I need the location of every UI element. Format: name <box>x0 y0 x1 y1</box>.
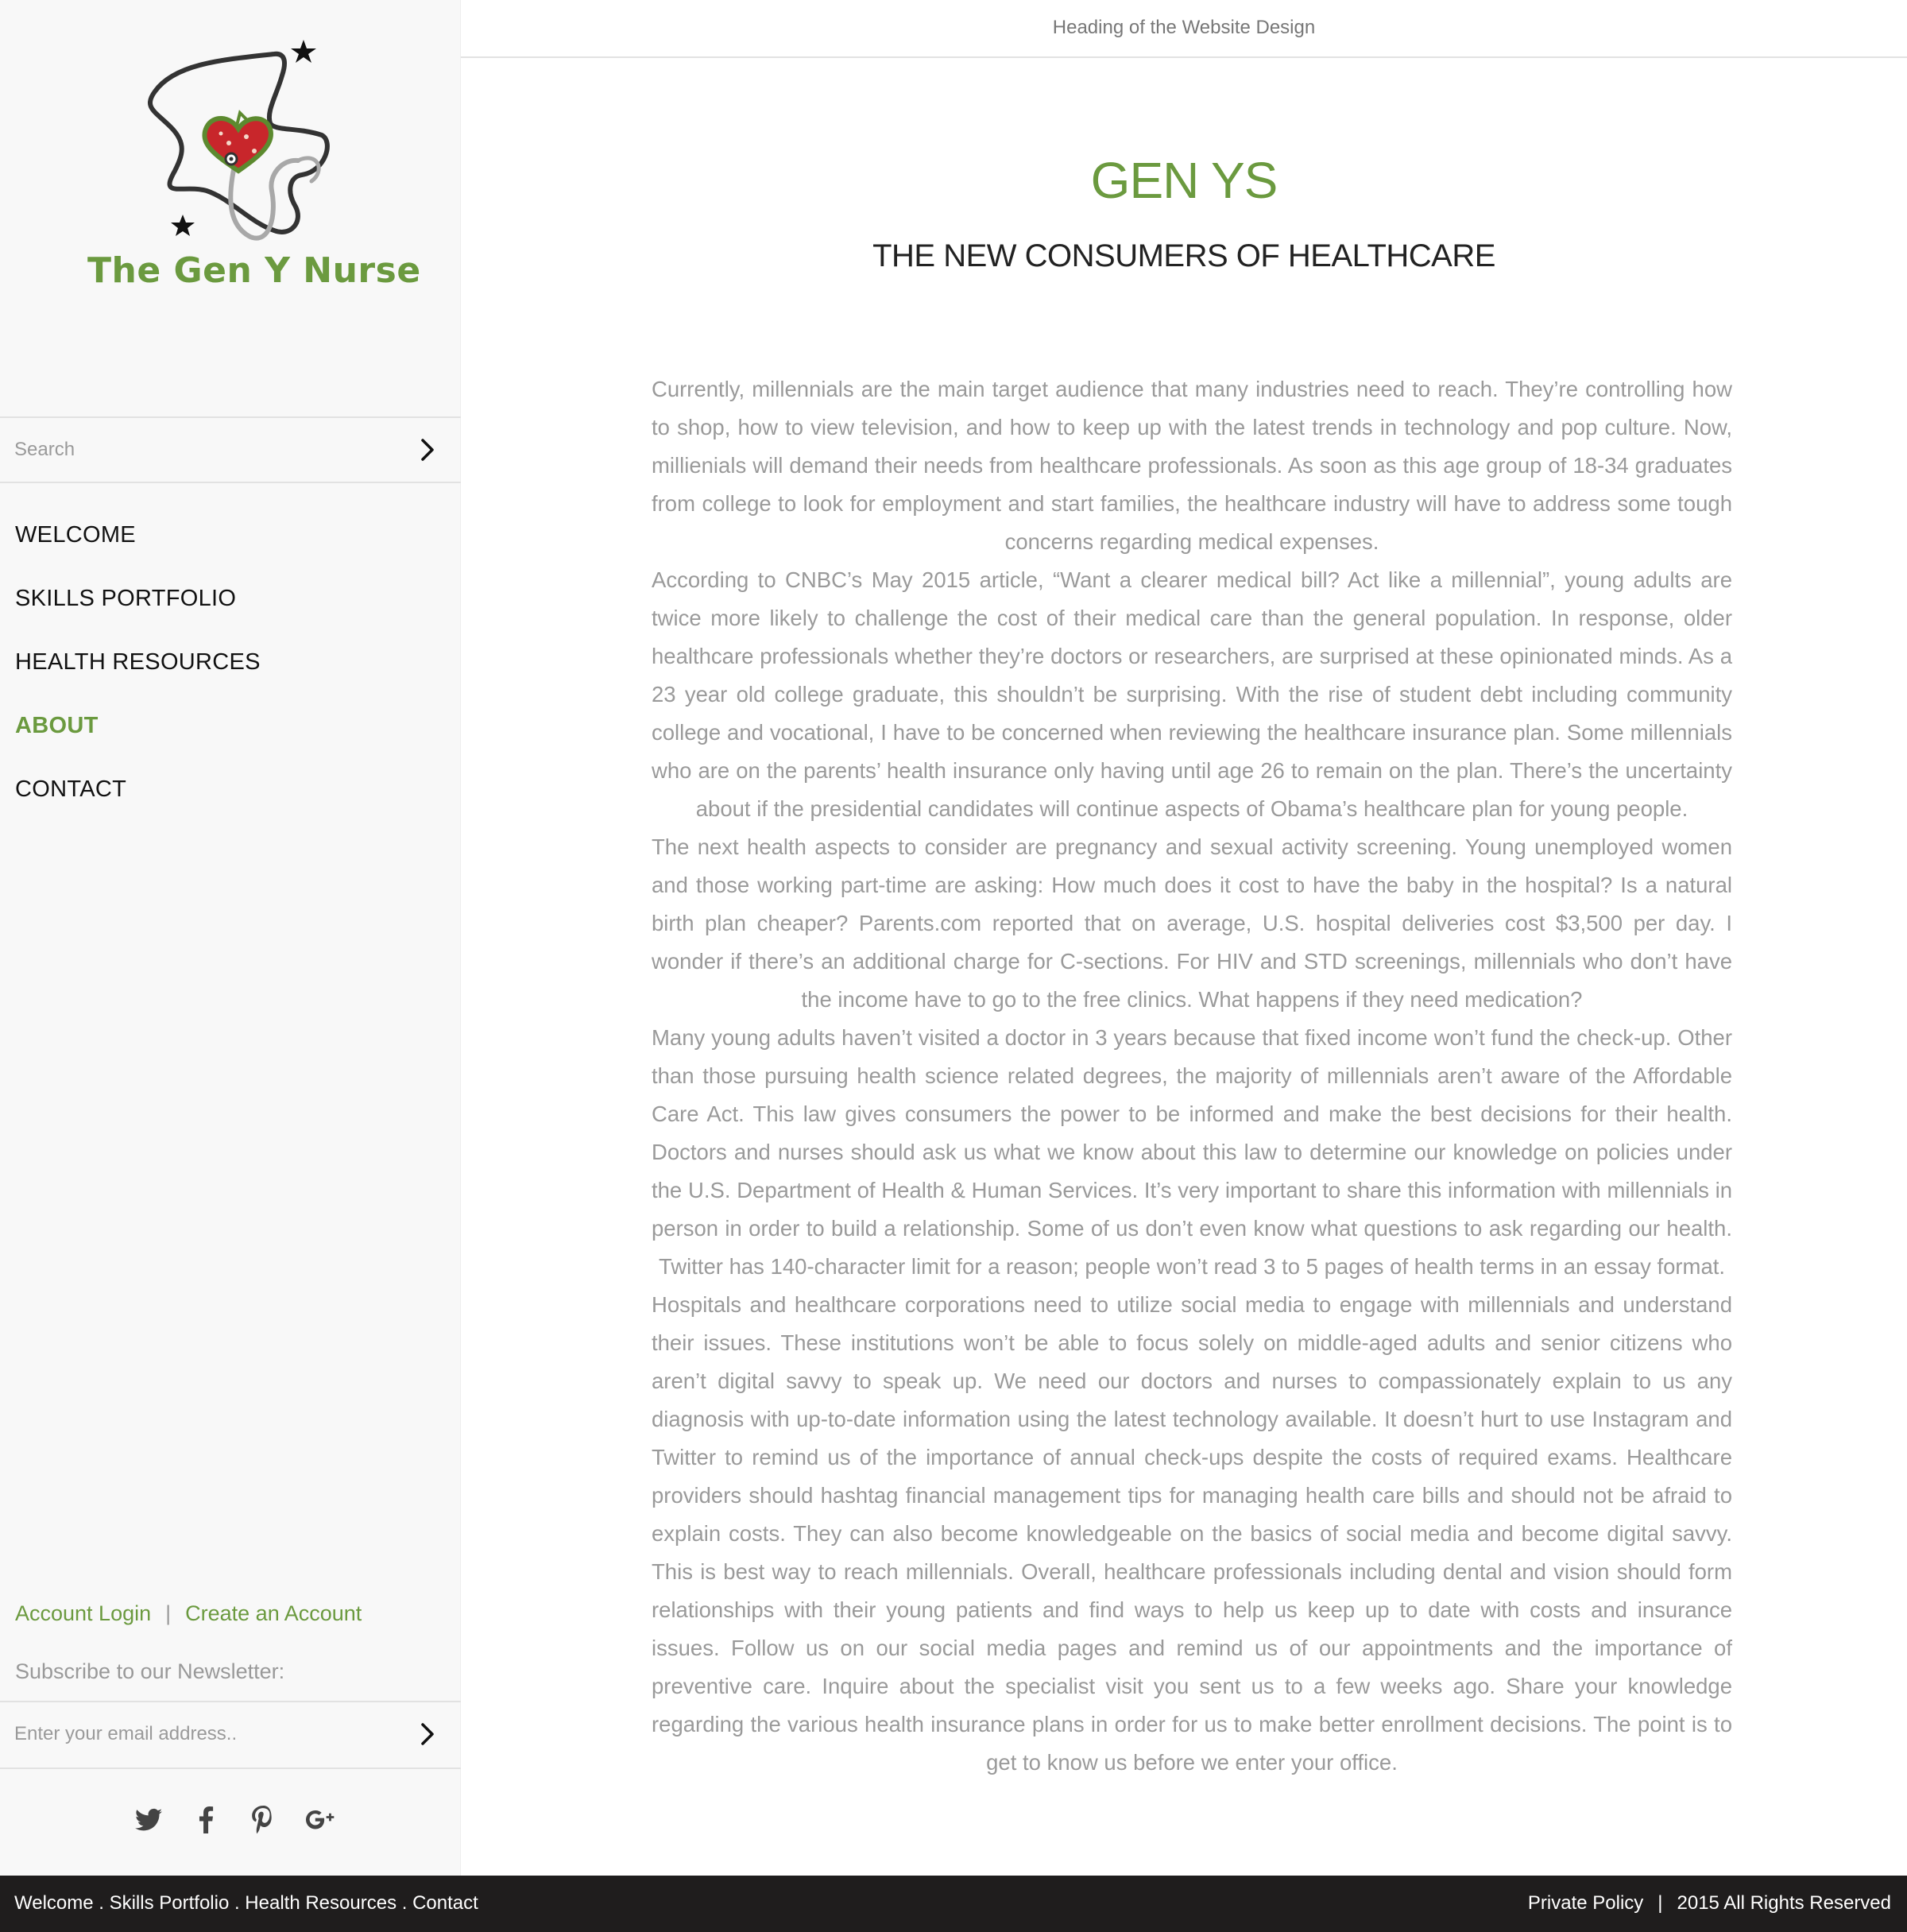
search-submit-button[interactable] <box>413 436 442 464</box>
copyright-text: 2015 All Rights Reserved <box>1677 1892 1891 1914</box>
chevron-right-icon <box>421 439 434 461</box>
article-paragraph: The next health aspects to consider are … <box>652 834 1732 1012</box>
article-paragraph: Currently, millennials are the main targ… <box>652 377 1732 554</box>
newsletter-bar <box>0 1701 461 1769</box>
account-links: Account Login | Create an Account <box>15 1601 362 1626</box>
article-body: Currently, millennials are the main targ… <box>652 370 1732 1782</box>
page-title: GEN YS <box>1090 152 1278 209</box>
article-paragraph: Hospitals and healthcare corporations ne… <box>652 1292 1732 1775</box>
footer-nav-links[interactable]: Welcome . Skills Portfolio . Health Reso… <box>14 1876 478 1931</box>
account-login-link[interactable]: Account Login <box>15 1601 151 1625</box>
article-paragraph: According to CNBC’s May 2015 article, “W… <box>652 567 1732 821</box>
search-bar <box>0 416 461 483</box>
footer: Welcome . Skills Portfolio . Health Reso… <box>0 1876 1907 1932</box>
newsletter-submit-button[interactable] <box>413 1720 442 1748</box>
nav-item-contact[interactable]: CONTACT <box>15 769 261 833</box>
site-heading: Heading of the Website Design <box>461 0 1907 58</box>
google-plus-icon[interactable] <box>303 1802 338 1837</box>
newsletter-label: Subscribe to our Newsletter: <box>15 1659 285 1683</box>
nav-item-about[interactable]: ABOUT <box>15 706 261 769</box>
main-nav: WELCOME SKILLS PORTFOLIO HEALTH RESOURCE… <box>15 515 261 833</box>
nav-item-welcome[interactable]: WELCOME <box>15 515 261 579</box>
nav-item-health-resources[interactable]: HEALTH RESOURCES <box>15 642 261 706</box>
privacy-policy-link[interactable]: Private Policy <box>1528 1892 1643 1914</box>
brand-name: The Gen Y Nurse <box>87 250 421 291</box>
nurse-cap-heart-stethoscope-logo-icon <box>148 40 330 241</box>
sidebar: The Gen Y Nurse WELCOME SKILLS PORTFOLIO… <box>0 0 461 1876</box>
article-paragraph: Many young adults haven’t visited a doct… <box>652 1025 1732 1279</box>
twitter-icon[interactable] <box>131 1802 166 1837</box>
search-input[interactable] <box>14 418 396 482</box>
site-logo[interactable]: The Gen Y Nurse <box>87 32 421 302</box>
account-links-separator: | <box>165 1601 172 1625</box>
page-subtitle: THE NEW CONSUMERS OF HEALTHCARE <box>872 238 1495 273</box>
facebook-icon[interactable] <box>188 1802 223 1837</box>
nav-item-skills-portfolio[interactable]: SKILLS PORTFOLIO <box>15 579 261 642</box>
chevron-right-icon <box>421 1723 434 1745</box>
footer-separator: | <box>1658 1892 1663 1914</box>
social-links <box>131 1802 338 1842</box>
footer-legal: Private Policy | 2015 All Rights Reserved <box>1528 1876 1891 1931</box>
create-account-link[interactable]: Create an Account <box>185 1601 362 1625</box>
newsletter-email-input[interactable] <box>14 1702 396 1766</box>
pinterest-icon[interactable] <box>246 1802 280 1837</box>
